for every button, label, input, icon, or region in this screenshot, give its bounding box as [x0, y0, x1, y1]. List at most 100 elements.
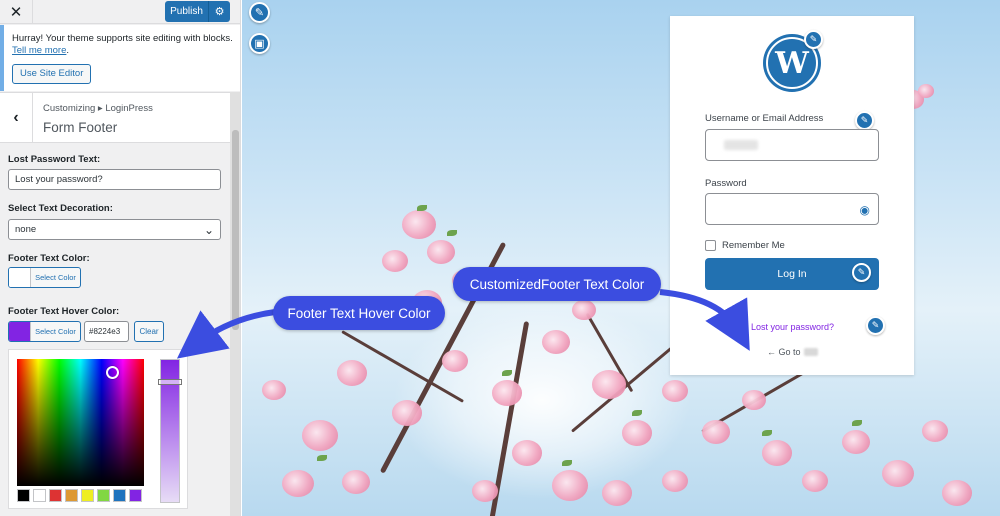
- edit-logo-pencil-icon[interactable]: ✎: [804, 30, 823, 49]
- footer-color-swatch: [9, 268, 31, 287]
- go-to-site-link[interactable]: ← Go to: [767, 347, 818, 357]
- blossom: [542, 330, 570, 354]
- username-input[interactable]: [705, 129, 879, 161]
- notice-text: Hurray! Your theme supports site editing…: [12, 33, 233, 44]
- blossom: [402, 210, 436, 239]
- blossom: [302, 420, 338, 451]
- paintbrush-icon[interactable]: ✎: [249, 2, 270, 23]
- lost-password-link[interactable]: Lost your password?: [751, 322, 834, 332]
- hue-slider-handle[interactable]: [158, 379, 182, 385]
- sun-glow: [392, 300, 692, 500]
- breadcrumb: Customizing ▸ LoginPress: [43, 103, 153, 114]
- background-edit-icon[interactable]: ▣: [249, 33, 270, 54]
- palette-swatch[interactable]: [129, 489, 142, 502]
- palette-swatch[interactable]: [65, 489, 78, 502]
- publish-button[interactable]: Publish: [165, 1, 208, 22]
- color-picker: [8, 349, 188, 509]
- blossom: [512, 440, 542, 466]
- blossom: [662, 470, 688, 493]
- blossom: [342, 470, 370, 494]
- blossom: [442, 350, 468, 373]
- saturation-area[interactable]: [17, 359, 144, 486]
- palette-swatch[interactable]: [97, 489, 110, 502]
- saturation-handle[interactable]: [106, 366, 119, 379]
- blossom: [427, 240, 455, 264]
- leaf: [852, 420, 862, 426]
- blossom: [662, 380, 688, 403]
- footer-hover-color-button[interactable]: Select Color: [8, 321, 81, 342]
- blossom: [942, 480, 972, 506]
- blossom: [382, 250, 408, 273]
- customizer-sidebar: ✕ Publish ⚙ Hurray! Your theme supports …: [0, 0, 241, 516]
- use-site-editor-button[interactable]: Use Site Editor: [12, 64, 92, 84]
- close-icon[interactable]: ✕: [0, 0, 33, 24]
- footer-color-callout: CustomizedFooter Text Color: [453, 267, 661, 301]
- palette-swatch[interactable]: [17, 489, 30, 502]
- palette-swatch[interactable]: [81, 489, 94, 502]
- section-header: ‹ Customizing ▸ LoginPress Form Footer: [0, 92, 230, 143]
- leaf: [562, 460, 572, 466]
- footer-text-color-label: Footer Text Color:: [8, 253, 90, 264]
- text-decoration-value: none: [15, 224, 37, 235]
- text-decoration-select[interactable]: none ⌄: [8, 219, 221, 240]
- blossom: [472, 480, 498, 503]
- customizer-header: ✕ Publish ⚙: [0, 0, 240, 24]
- blossom: [702, 420, 730, 444]
- tell-me-more-link[interactable]: Tell me more: [12, 45, 66, 56]
- remember-me-label: Remember Me: [722, 240, 785, 251]
- footer-color-button-label: Select Color: [35, 273, 76, 282]
- blossom: [262, 380, 286, 401]
- blossom: [918, 84, 934, 98]
- blossom: [622, 420, 652, 446]
- blossom: [742, 390, 766, 411]
- leaf: [447, 230, 457, 236]
- back-icon[interactable]: ‹: [0, 93, 33, 143]
- blossom: [922, 420, 948, 443]
- blossom: [592, 370, 626, 399]
- blossom: [762, 440, 792, 466]
- hover-color-swatch: [9, 322, 31, 341]
- site-editor-notice: Hurray! Your theme supports site editing…: [0, 25, 240, 91]
- text-decoration-label: Select Text Decoration:: [8, 203, 113, 214]
- palette-swatch[interactable]: [33, 489, 46, 502]
- leaf: [417, 205, 427, 211]
- blossom: [282, 470, 314, 498]
- eye-icon[interactable]: ◉: [860, 203, 870, 217]
- hover-hex-input[interactable]: #8224e3: [84, 321, 129, 342]
- leaf: [762, 430, 772, 436]
- edit-footer-pencil-icon[interactable]: ✎: [866, 316, 885, 335]
- login-form-card: W ✎ Username or Email Address ✎ Password…: [670, 16, 914, 375]
- login-preview: ✎ ▣ W ✎ Username or Email Address ✎ Pass…: [242, 0, 1000, 516]
- blossom: [492, 380, 522, 406]
- lost-password-input[interactable]: Lost your password?: [8, 169, 221, 190]
- hover-color-callout: Footer Text Hover Color: [273, 296, 445, 330]
- gear-icon[interactable]: ⚙: [208, 1, 230, 22]
- blossom: [392, 400, 422, 426]
- notice-link-suffix: .: [66, 45, 70, 56]
- blossom: [802, 470, 828, 493]
- blossom: [337, 360, 367, 386]
- password-input[interactable]: ◉: [705, 193, 879, 225]
- sidebar-scroll-thumb[interactable]: [232, 130, 239, 330]
- clear-button[interactable]: Clear: [134, 321, 164, 342]
- blossom: [882, 460, 914, 488]
- color-palette: [17, 489, 142, 502]
- hover-color-button-label: Select Color: [35, 327, 76, 336]
- blossom: [842, 430, 870, 454]
- palette-swatch[interactable]: [113, 489, 126, 502]
- blossom: [602, 480, 632, 506]
- lost-password-label: Lost Password Text:: [8, 154, 101, 165]
- leaf: [502, 370, 512, 376]
- password-label: Password: [705, 178, 747, 189]
- footer-hover-color-label: Footer Text Hover Color:: [8, 306, 120, 317]
- footer-text-color-button[interactable]: Select Color: [8, 267, 81, 288]
- palette-swatch[interactable]: [49, 489, 62, 502]
- blossom: [552, 470, 588, 501]
- go-to-label: ← Go to: [767, 347, 801, 357]
- section-title: Form Footer: [43, 120, 118, 135]
- edit-button-pencil-icon[interactable]: ✎: [852, 263, 871, 282]
- remember-me-checkbox[interactable]: [705, 240, 716, 251]
- username-label: Username or Email Address: [705, 113, 824, 124]
- chevron-down-icon: ⌄: [203, 222, 214, 237]
- edit-form-pencil-icon[interactable]: ✎: [855, 111, 874, 130]
